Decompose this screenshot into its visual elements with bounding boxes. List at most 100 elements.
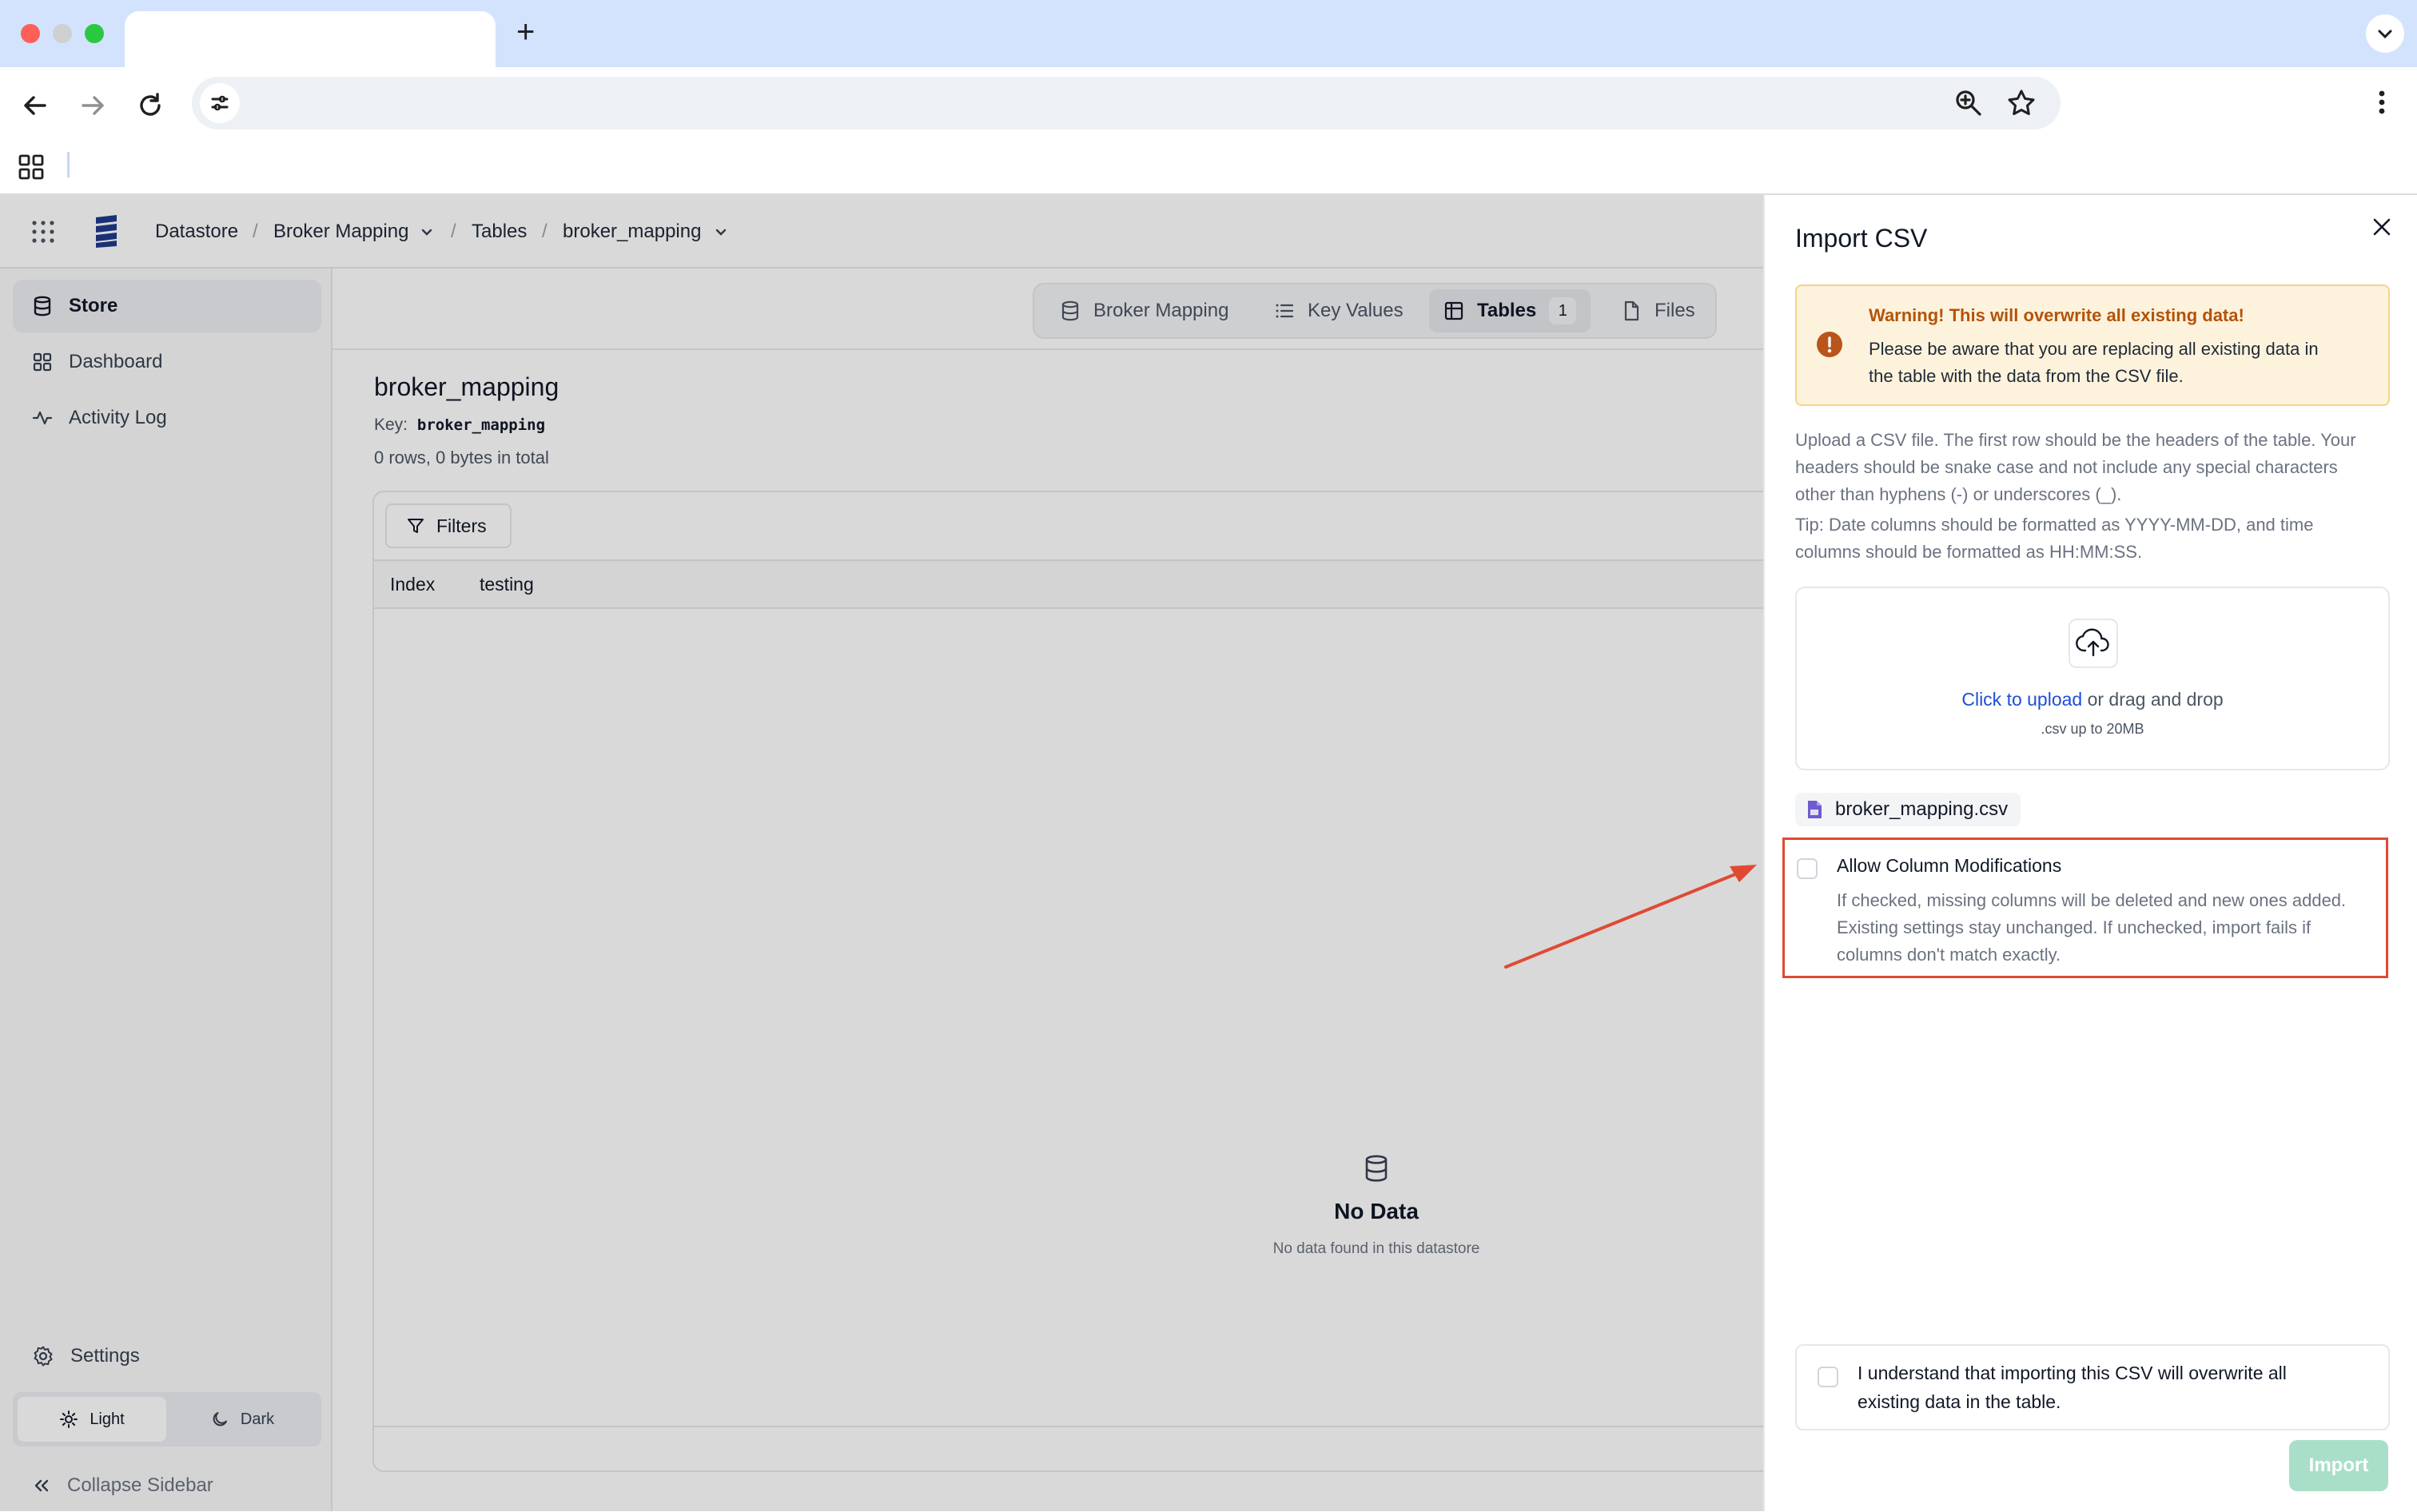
- address-bar[interactable]: [192, 77, 2061, 129]
- reload-icon: [140, 93, 161, 116]
- collapse-sidebar-button[interactable]: Collapse Sidebar: [13, 1459, 321, 1512]
- tab-tables[interactable]: Tables 1: [1429, 289, 1591, 332]
- allow-column-modifications-description: If checked, missing columns will be dele…: [1837, 887, 2346, 969]
- back-button[interactable]: [19, 90, 51, 121]
- upload-instructions: Upload a CSV file. The first row should …: [1795, 427, 2356, 508]
- breadcrumb-broker-mapping[interactable]: Broker Mapping: [273, 221, 408, 243]
- key-row: Key: broker_mapping: [374, 416, 545, 435]
- cloud-upload-icon: [2076, 628, 2109, 657]
- tab-key-values[interactable]: Key Values: [1260, 289, 1418, 332]
- site-settings-icon: [211, 95, 229, 111]
- close-icon: [2373, 218, 2391, 236]
- drawer-title: Import CSV: [1795, 224, 1928, 253]
- warning-banner: Warning! This will overwrite all existin…: [1795, 284, 2390, 406]
- tab-label: Key Values: [1308, 300, 1404, 321]
- allow-column-modifications-label[interactable]: Allow Column Modifications: [1837, 855, 2061, 877]
- instructions-line: other than hyphens (-) or underscores (_…: [1795, 484, 2122, 504]
- breadcrumb-separator: /: [451, 221, 456, 242]
- app-launcher-icon: [32, 221, 54, 243]
- sidebar: Store Dashboard Activity Log Settings Li…: [0, 269, 332, 1511]
- table-footer-divider: [374, 1426, 1778, 1427]
- breadcrumb-table-dropdown[interactable]: [713, 224, 729, 240]
- warning-body-line: Please be aware that you are replacing a…: [1869, 339, 2319, 359]
- column-header-index[interactable]: Index: [390, 574, 435, 595]
- window-close-dot[interactable]: [21, 24, 40, 43]
- datastore-tabs: Broker Mapping Key Values Tables 1 Files: [1033, 283, 1717, 339]
- empty-state-title: No Data: [1334, 1199, 1419, 1224]
- description-line: columns don't match exactly.: [1837, 945, 2061, 965]
- theme-dark-label: Dark: [240, 1410, 275, 1428]
- close-drawer-button[interactable]: [2369, 214, 2395, 240]
- back-icon: [24, 96, 46, 115]
- click-to-upload-link[interactable]: Click to upload: [1961, 689, 2082, 710]
- settings-label: Settings: [70, 1345, 140, 1367]
- bookmarks-bar: [0, 136, 2417, 195]
- apps-button[interactable]: [18, 153, 45, 181]
- chevron-down-icon: [421, 229, 432, 236]
- sidebar-item-dashboard[interactable]: Dashboard: [13, 336, 321, 388]
- allow-column-modifications-checkbox[interactable]: [1797, 858, 1818, 879]
- warning-title: Warning! This will overwrite all existin…: [1869, 305, 2244, 325]
- moon-icon: [213, 1412, 227, 1426]
- filters-button[interactable]: Filters: [385, 503, 512, 548]
- stack-logo-icon: [96, 215, 117, 248]
- reload-button[interactable]: [134, 90, 166, 121]
- upload-prompt: Click to upload or drag and drop: [1797, 689, 2388, 710]
- breadcrumb-separator: /: [542, 221, 548, 242]
- import-csv-drawer: Import CSV Warning! This will overwrite …: [1763, 195, 2417, 1511]
- alert-icon-wrap: [1816, 331, 1843, 358]
- tab-label: Files: [1654, 300, 1695, 321]
- list-icon: [1276, 304, 1294, 318]
- breadcrumb-tables[interactable]: Tables: [472, 221, 527, 243]
- theme-dark-button[interactable]: Dark: [168, 1397, 317, 1442]
- dashboard-grid-icon: [33, 352, 52, 372]
- zoom-button[interactable]: [1952, 86, 1985, 120]
- sidebar-item-label: Dashboard: [69, 351, 163, 372]
- empty-state-icon-wrap: [1362, 1154, 1391, 1183]
- forward-button[interactable]: [77, 90, 109, 121]
- chevrons-left-icon: [34, 1479, 49, 1492]
- acknowledge-overwrite-checkbox[interactable]: [1818, 1367, 1838, 1387]
- csv-dropzone[interactable]: Click to upload or drag and drop .csv up…: [1795, 587, 2390, 770]
- upload-icon-wrap: [2069, 619, 2118, 668]
- tab-label: Broker Mapping: [1093, 300, 1229, 321]
- instructions-line: headers should be snake case and not inc…: [1795, 457, 2338, 477]
- page-title: broker_mapping: [374, 372, 559, 401]
- tip-line: columns should be formatted as HH:MM:SS.: [1795, 542, 2143, 562]
- tab-list-button[interactable]: [2366, 14, 2404, 53]
- gear-icon: [34, 1346, 53, 1367]
- theme-light-button[interactable]: Light: [18, 1397, 166, 1442]
- database-icon: [1365, 1155, 1388, 1182]
- ack-line: existing data in the table.: [1858, 1391, 2061, 1412]
- browser-menu-button[interactable]: [2366, 86, 2398, 118]
- acknowledge-overwrite-label[interactable]: I understand that importing this CSV wil…: [1858, 1359, 2287, 1416]
- app-launcher-button[interactable]: [30, 219, 56, 245]
- bookmark-button[interactable]: [2005, 86, 2038, 120]
- filters-label: Filters: [436, 515, 487, 536]
- sidebar-item-activity-log[interactable]: Activity Log: [13, 392, 321, 444]
- upload-hint: .csv up to 20MB: [2041, 721, 2144, 737]
- breadcrumb-broker-mapping-table[interactable]: broker_mapping: [563, 221, 701, 243]
- tab-broker-mapping[interactable]: Broker Mapping: [1045, 289, 1243, 332]
- table-header-row: Index testing: [374, 559, 1778, 609]
- breadcrumb-datastore[interactable]: Datastore: [155, 221, 238, 243]
- window-zoom-dot[interactable]: [85, 24, 104, 43]
- breadcrumb-dropdown[interactable]: [419, 224, 435, 240]
- browser-tab[interactable]: [125, 11, 496, 67]
- window-minimize-dot[interactable]: [53, 24, 72, 43]
- sidebar-item-store[interactable]: Store: [13, 280, 321, 332]
- selected-file-name: broker_mapping.csv: [1835, 798, 2009, 820]
- tab-files[interactable]: Files: [1607, 289, 1710, 332]
- site-settings-button[interactable]: [200, 83, 240, 123]
- tab-list-chevron-icon: [2378, 30, 2392, 39]
- sidebar-settings[interactable]: Settings: [13, 1330, 321, 1383]
- description-line: If checked, missing columns will be dele…: [1837, 890, 2347, 910]
- ack-line: I understand that importing this CSV wil…: [1858, 1363, 2287, 1383]
- new-tab-button[interactable]: +: [516, 13, 535, 51]
- column-header-testing[interactable]: testing: [480, 574, 534, 595]
- file-icon: [1624, 300, 1639, 321]
- activity-icon: [32, 411, 53, 425]
- tab-label: Tables: [1477, 300, 1537, 321]
- instructions-line: Upload a CSV file. The first row should …: [1795, 430, 2356, 450]
- import-button[interactable]: Import: [2289, 1440, 2388, 1491]
